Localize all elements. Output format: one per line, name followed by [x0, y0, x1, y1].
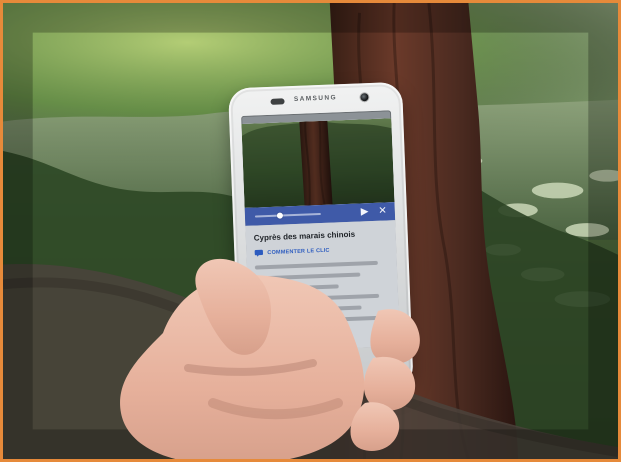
screen-hero-image: [241, 118, 395, 208]
body-line: [256, 293, 380, 303]
phone-brand: SAMSUNG: [293, 94, 338, 103]
smartphone: SAMSUNG ▶ ✕ Cyprès des marais chinois CO…: [228, 81, 414, 395]
close-icon[interactable]: ✕: [378, 205, 387, 217]
comment-link[interactable]: COMMENTER LE CLIC: [254, 243, 388, 257]
phone-screen: ▶ ✕ Cyprès des marais chinois COMMENTER …: [241, 110, 401, 352]
comment-label: COMMENTER LE CLIC: [267, 247, 330, 256]
blurred-body-text: [254, 260, 392, 347]
body-line: [255, 284, 339, 292]
body-line: [255, 272, 360, 281]
play-icon[interactable]: ▶: [361, 206, 369, 218]
body-line: [256, 305, 362, 314]
body-line: [257, 328, 341, 336]
comment-icon: [254, 249, 264, 257]
photo-frame: SAMSUNG ▶ ✕ Cyprès des marais chinois CO…: [0, 0, 621, 462]
screen-content: Cyprès des marais chinois COMMENTER LE C…: [245, 220, 401, 352]
player-progress[interactable]: [254, 213, 321, 218]
species-title: Cyprès des marais chinois: [253, 229, 356, 243]
body-line: [254, 260, 379, 270]
home-button: [310, 371, 342, 383]
player-controls: ▶ ✕: [361, 205, 388, 218]
hero-tree-image: [241, 118, 395, 208]
body-line: [256, 315, 381, 325]
front-camera: [360, 93, 369, 102]
